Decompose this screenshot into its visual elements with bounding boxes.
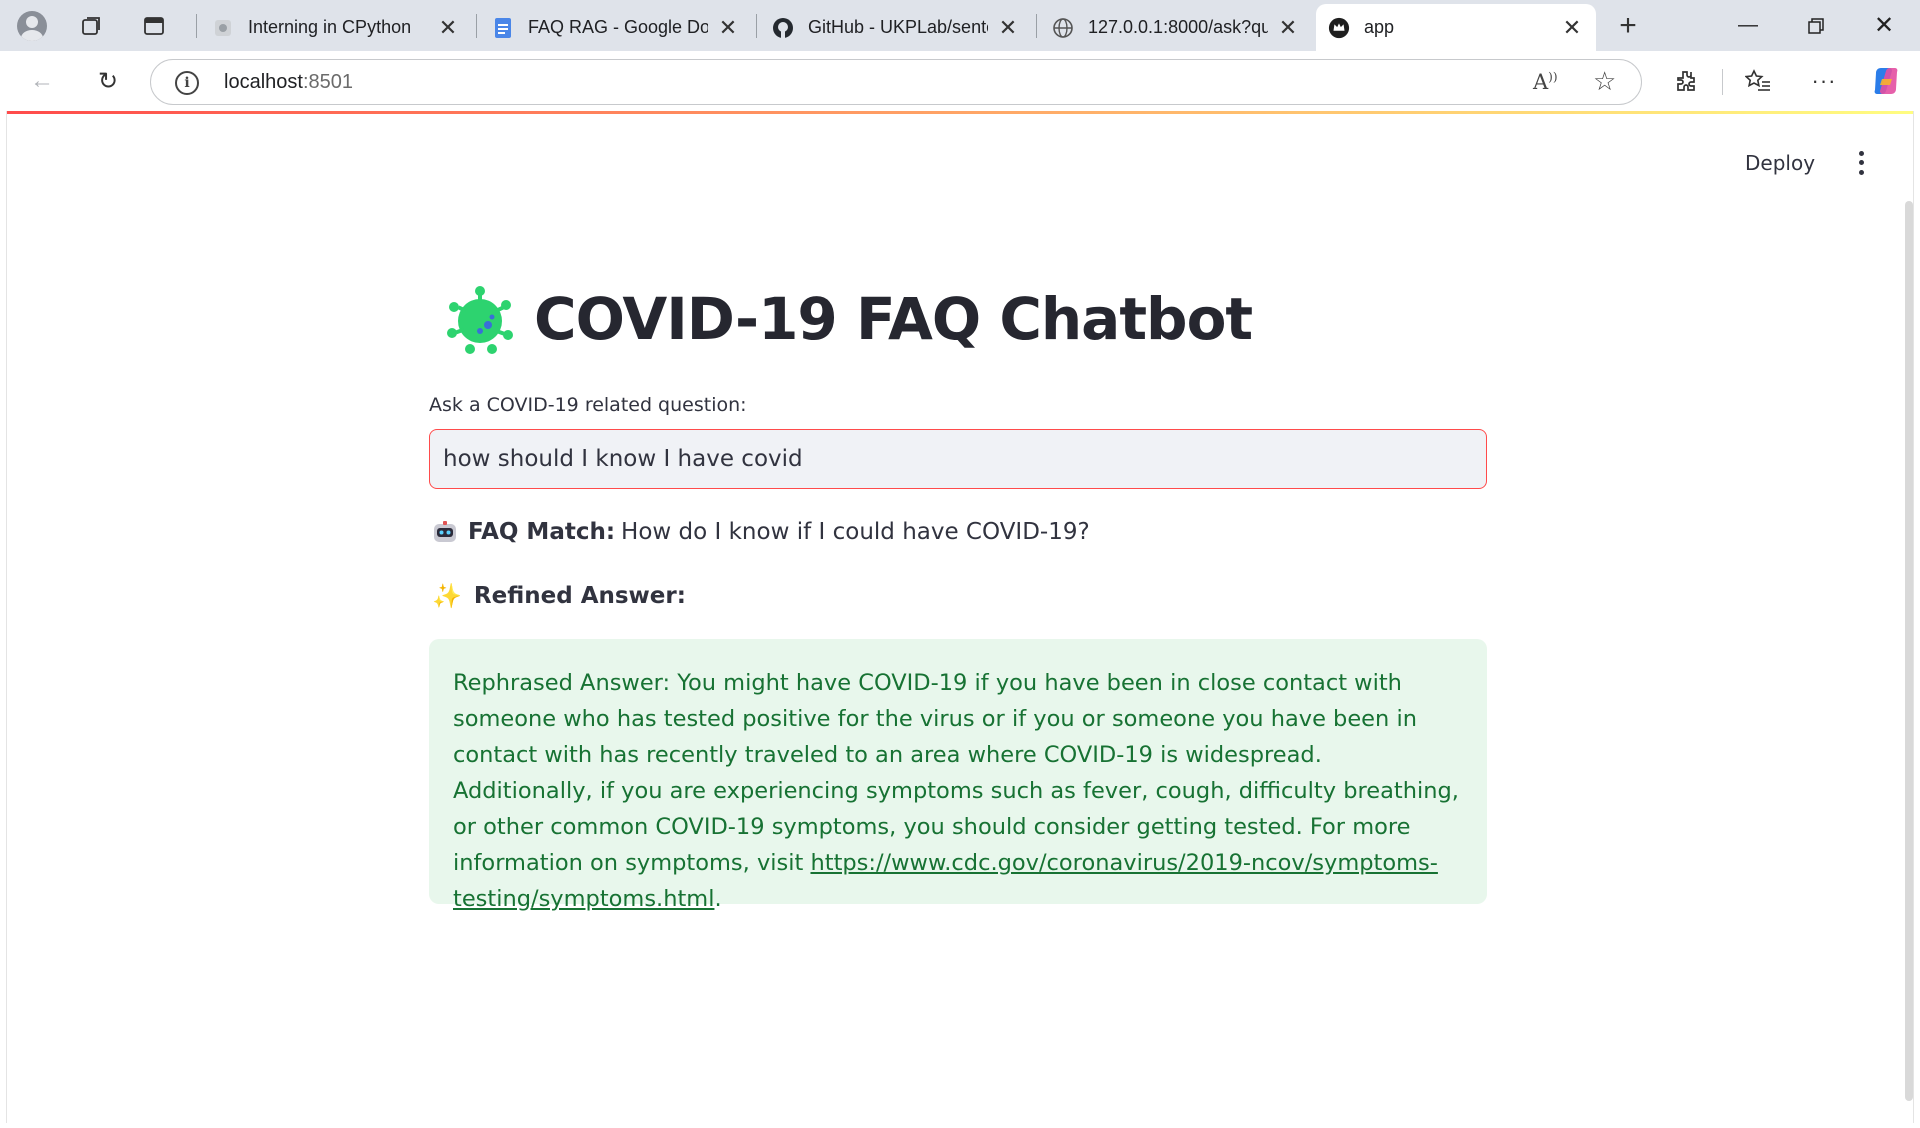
robot-emoji-icon xyxy=(434,521,456,542)
copilot-button[interactable] xyxy=(1864,59,1908,103)
tab-github-sentence-transformers[interactable]: GitHub - UKPLab/sentence-transformers ✕ xyxy=(760,4,1032,51)
menu-dot xyxy=(1858,169,1864,175)
github-icon xyxy=(772,17,794,39)
refresh-button[interactable]: ↻ xyxy=(86,59,130,103)
favorite-star-icon[interactable]: ☆ xyxy=(1593,66,1616,97)
tab-label: 127.0.0.1:8000/ask?query xyxy=(1088,17,1268,37)
faq-match-label: FAQ Match: xyxy=(468,519,616,545)
read-aloud-icon[interactable]: A)) xyxy=(1533,70,1558,94)
refined-answer-label: Refined Answer: xyxy=(473,583,686,609)
refined-answer-heading: ✨ Refined Answer: xyxy=(432,582,692,610)
restore-button[interactable] xyxy=(1782,0,1850,51)
streamlit-crown-icon xyxy=(1328,17,1350,39)
sketch-favicon-icon xyxy=(212,17,234,39)
restore-icon xyxy=(1808,17,1824,34)
tab-separator xyxy=(476,14,477,38)
vertical-tabs-icon xyxy=(144,16,164,35)
tab-label: Interning in CPython xyxy=(248,17,412,37)
plus-icon: + xyxy=(1619,8,1637,42)
tab-localhost-ask[interactable]: 127.0.0.1:8000/ask?query ✕ xyxy=(1040,4,1312,51)
sparkles-icon: ✨ xyxy=(432,582,462,610)
minimize-icon: — xyxy=(1738,14,1758,36)
site-info-icon[interactable]: i xyxy=(175,71,199,95)
scrollbar[interactable] xyxy=(1905,201,1913,1101)
tab-separator xyxy=(1036,14,1037,38)
deploy-button[interactable]: Deploy xyxy=(1745,151,1815,175)
tab-strip: Interning in CPython ✕ FAQ RAG - Google … xyxy=(0,0,1920,51)
favorites-button[interactable] xyxy=(1736,59,1780,103)
close-tab-icon[interactable]: ✕ xyxy=(436,15,460,41)
settings-more-button[interactable]: ··· xyxy=(1802,59,1846,103)
close-tab-icon[interactable]: ✕ xyxy=(1560,15,1584,41)
close-window-button[interactable]: ✕ xyxy=(1850,0,1918,51)
streamlit-app-page: Deploy COVID-19 FAQ Chatbot Ask a COVID-… xyxy=(6,111,1914,1123)
faq-match-value: How do I know if I could have COVID-19? xyxy=(621,519,1090,545)
close-tab-icon[interactable]: ✕ xyxy=(1276,15,1300,41)
refresh-icon: ↻ xyxy=(97,67,119,95)
globe-icon xyxy=(1052,17,1074,39)
tab-separator xyxy=(756,14,757,38)
workspaces-icon xyxy=(82,16,100,35)
close-tab-icon[interactable]: ✕ xyxy=(996,15,1020,41)
minimize-button[interactable]: — xyxy=(1714,0,1782,51)
menu-dot xyxy=(1858,160,1864,166)
close-tab-icon[interactable]: ✕ xyxy=(716,15,740,41)
faq-match-row: FAQ Match: How do I know if I could have… xyxy=(432,519,1090,545)
answer-success-box: Rephrased Answer: You might have COVID-1… xyxy=(429,639,1487,912)
profile-avatar-icon xyxy=(17,10,47,41)
tab-label: FAQ RAG - Google Docs xyxy=(528,17,708,37)
google-docs-icon xyxy=(492,17,514,39)
title-row: COVID-19 FAQ Chatbot xyxy=(444,283,1253,355)
tab-label: GitHub - UKPLab/sentence-transformers xyxy=(808,17,988,37)
tab-label: app xyxy=(1364,17,1395,37)
answer-end: . xyxy=(714,886,722,912)
tab-actions-button[interactable] xyxy=(130,0,178,51)
more-dots-icon: ··· xyxy=(1811,68,1837,93)
tab-app-active[interactable]: app ✕ xyxy=(1316,4,1596,51)
header-decoration-bar xyxy=(7,111,1913,114)
page-title: COVID-19 FAQ Chatbot xyxy=(534,285,1253,353)
favorites-list-icon xyxy=(1745,69,1770,91)
tab-separator xyxy=(196,14,197,38)
close-icon: ✕ xyxy=(1873,12,1895,39)
copilot-icon xyxy=(1874,68,1898,94)
new-tab-button[interactable]: + xyxy=(1604,0,1652,51)
tab-interning-cpython[interactable]: Interning in CPython ✕ xyxy=(200,4,472,51)
question-input[interactable] xyxy=(429,429,1487,489)
toolbar-divider xyxy=(1722,69,1723,95)
menu-dot xyxy=(1858,151,1864,157)
workspaces-button[interactable] xyxy=(68,0,116,51)
profile-button[interactable] xyxy=(8,0,56,51)
back-arrow-icon: ← xyxy=(30,67,54,94)
back-button[interactable]: ← xyxy=(20,59,64,103)
tab-faq-rag-docs[interactable]: FAQ RAG - Google Docs ✕ xyxy=(480,4,752,51)
puzzle-icon xyxy=(1677,71,1695,91)
url-text: localhost:8501 xyxy=(224,71,353,93)
question-label: Ask a COVID-19 related question: xyxy=(429,394,747,416)
main-menu-button[interactable] xyxy=(1851,149,1871,177)
browser-toolbar: ← ↻ i localhost:8501 A)) ☆ ··· xyxy=(0,51,1920,111)
answer-text: Rephrased Answer: You might have COVID-1… xyxy=(453,670,1459,876)
extensions-button[interactable] xyxy=(1664,59,1708,103)
virus-emoji-icon xyxy=(447,286,513,354)
address-bar[interactable]: i localhost:8501 A)) ☆ xyxy=(150,59,1642,105)
